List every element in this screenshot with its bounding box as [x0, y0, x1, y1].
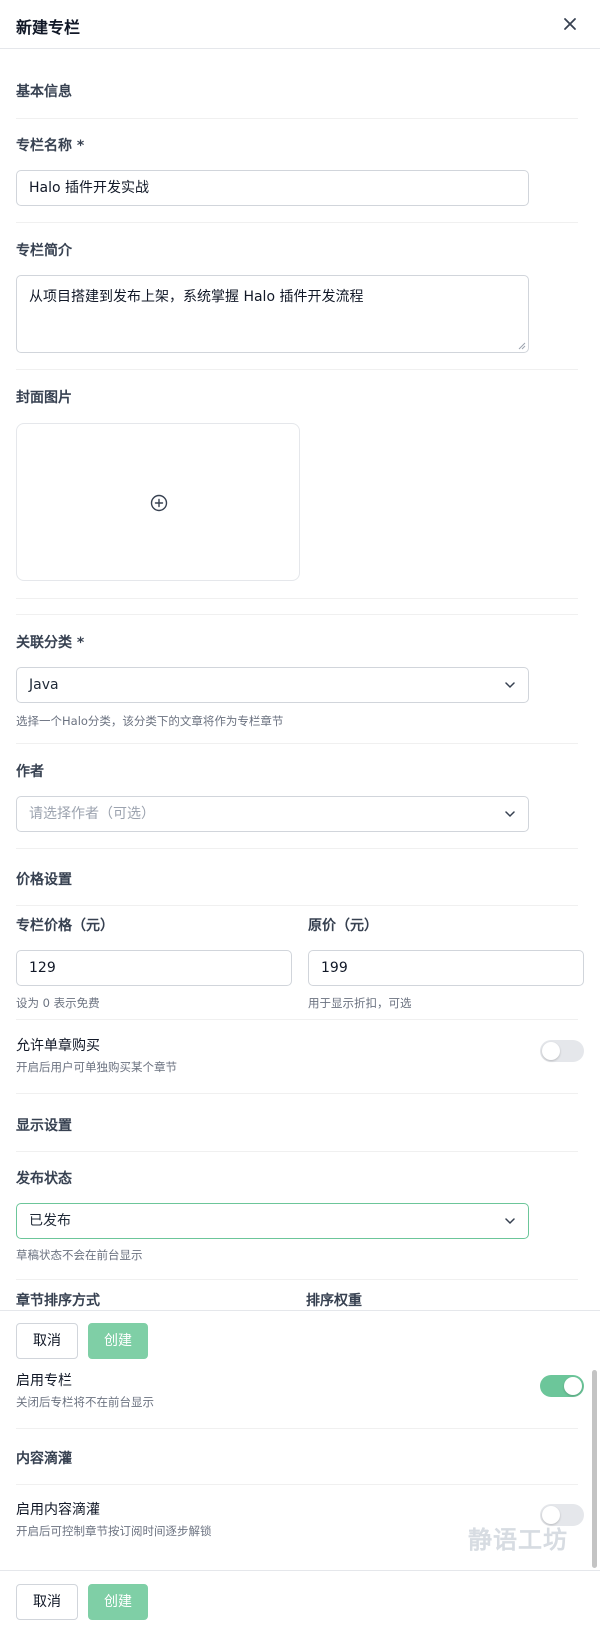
section-price-title: 价格设置	[16, 872, 72, 888]
column-intro-text: 从项目搭建到发布上架，系统掌握 Halo 插件开发流程	[29, 289, 364, 305]
scrollbar-thumb[interactable]	[592, 1370, 597, 1568]
sort-label: 章节排序方式	[16, 1293, 100, 1309]
category-label: 关联分类 *	[16, 635, 85, 651]
author-placeholder: 请选择作者（可选）	[29, 806, 155, 822]
author-label: 作者	[16, 764, 44, 780]
dialog-title: 新建专栏	[16, 18, 81, 37]
divider	[16, 222, 578, 223]
category-select[interactable]: Java	[16, 667, 529, 703]
chevron-down-icon	[505, 682, 515, 689]
chevron-down-icon	[505, 1218, 515, 1225]
enable-column-toggle[interactable]	[540, 1375, 584, 1397]
enable-column-label: 启用专栏	[16, 1373, 72, 1389]
original-price-input[interactable]: 199	[308, 950, 584, 986]
create-button[interactable]: 创建	[88, 1584, 148, 1620]
price-label: 专栏价格（元）	[16, 918, 114, 934]
divider	[16, 614, 578, 615]
column-intro-textarea[interactable]: 从项目搭建到发布上架，系统掌握 Halo 插件开发流程	[16, 275, 529, 353]
status-hint: 草稿状态不会在前台显示	[16, 1248, 143, 1262]
divider	[16, 1428, 578, 1429]
name-label: 专栏名称 *	[16, 138, 85, 154]
column-name-input[interactable]: Halo 插件开发实战	[16, 170, 529, 206]
divider	[16, 1279, 578, 1280]
divider	[16, 1151, 578, 1152]
divider	[16, 1019, 578, 1020]
dialog-footer: 取消 创建	[0, 1310, 600, 1368]
intro-label: 专栏简介	[16, 243, 72, 259]
single-purchase-toggle[interactable]	[540, 1040, 584, 1062]
close-icon[interactable]	[560, 14, 580, 34]
cover-label: 封面图片	[16, 390, 72, 406]
original-price-hint: 用于显示折扣，可选	[308, 996, 412, 1010]
status-value: 已发布	[29, 1213, 71, 1229]
cancel-button[interactable]: 取消	[16, 1584, 78, 1620]
divider	[16, 1484, 578, 1485]
resize-handle-icon[interactable]	[518, 342, 526, 350]
divider	[16, 598, 578, 599]
section-display-title: 显示设置	[16, 1118, 72, 1134]
toggle-knob	[542, 1042, 560, 1060]
enable-column-hint: 关闭后专栏将不在前台显示	[16, 1395, 154, 1409]
weight-label: 排序权重	[306, 1293, 362, 1309]
section-basic-title: 基本信息	[16, 84, 72, 100]
single-purchase-label: 允许单章购买	[16, 1038, 100, 1054]
create-button[interactable]: 创建	[88, 1323, 148, 1359]
chevron-down-icon	[505, 811, 515, 818]
cover-upload-area[interactable]	[16, 423, 300, 581]
divider	[16, 905, 578, 906]
divider	[16, 848, 578, 849]
section-drip-title: 内容滴灌	[16, 1451, 72, 1467]
plus-circle-icon	[150, 494, 168, 512]
divider	[16, 369, 578, 370]
price-input[interactable]: 129	[16, 950, 292, 986]
drip-enable-label: 启用内容滴灌	[16, 1502, 100, 1518]
drip-enable-hint: 开启后可控制章节按订阅时间逐步解锁	[16, 1524, 212, 1538]
category-value: Java	[29, 677, 59, 693]
watermark: 静语工坊	[468, 1526, 568, 1554]
divider	[16, 1093, 578, 1094]
cancel-button[interactable]: 取消	[16, 1323, 78, 1359]
original-price-label: 原价（元）	[308, 918, 378, 934]
dialog-header: 新建专栏	[0, 0, 600, 49]
status-select[interactable]: 已发布	[16, 1203, 529, 1239]
divider	[16, 743, 578, 744]
dialog-footer-bottom: 取消 创建	[0, 1570, 600, 1630]
single-purchase-hint: 开启后用户可单独购买某个章节	[16, 1060, 177, 1074]
author-select[interactable]: 请选择作者（可选）	[16, 796, 529, 832]
divider	[16, 118, 578, 119]
status-label: 发布状态	[16, 1171, 72, 1187]
category-hint: 选择一个Halo分类，该分类下的文章将作为专栏章节	[16, 714, 284, 728]
toggle-knob	[564, 1377, 582, 1395]
price-hint: 设为 0 表示免费	[16, 996, 100, 1010]
